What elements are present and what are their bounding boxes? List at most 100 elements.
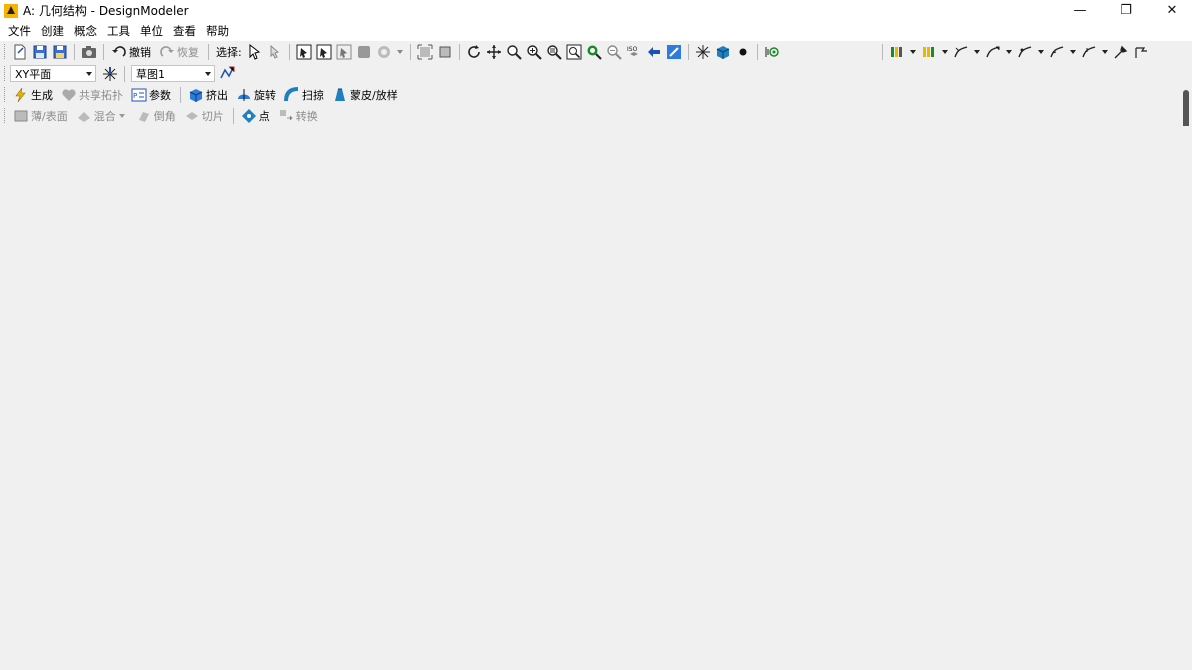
save-as-icon[interactable] (52, 44, 68, 60)
minimize-button[interactable]: — (1060, 0, 1100, 21)
edge-smooth-icon[interactable] (1081, 44, 1097, 60)
extend-selection-icon[interactable] (376, 44, 392, 60)
edge-coloring-icon[interactable] (921, 44, 937, 60)
menu-bar: 文件 创建 概念 工具 单位 查看 帮助 (0, 21, 1192, 41)
menu-tools[interactable]: 工具 (103, 21, 134, 41)
chevron-down-icon (86, 71, 92, 76)
dropdown-arrow-icon[interactable] (909, 44, 917, 60)
display-edges-color-icon[interactable] (889, 44, 905, 60)
menu-file[interactable]: 文件 (4, 21, 35, 41)
thin-surface-button[interactable]: 薄/表面 (10, 107, 71, 125)
blend-icon (76, 108, 92, 124)
dropdown-arrow-icon[interactable] (1037, 44, 1045, 60)
blend-button[interactable]: 混合 (73, 107, 131, 125)
box-zoom-icon[interactable] (437, 44, 453, 60)
revolve-icon (236, 87, 252, 103)
sweep-icon (284, 86, 300, 103)
revolve-button[interactable]: 旋转 (233, 86, 279, 104)
feature-toolbar-2: 薄/表面 混合 倒角 切片 点 转换 (0, 105, 1192, 126)
zoom-box-icon[interactable] (546, 44, 562, 60)
close-button[interactable]: ✕ (1152, 0, 1192, 21)
title-bar: A: 几何结构 - DesignModeler — ❐ ✕ (0, 0, 1192, 21)
select-label: 选择: (216, 45, 242, 59)
sweep-button[interactable]: 扫掠 (281, 86, 327, 104)
select-points-icon[interactable] (296, 44, 312, 60)
isometric-view-icon[interactable]: ISO (626, 44, 642, 60)
skin-loft-button[interactable]: 蒙皮/放样 (329, 86, 401, 104)
pan-icon[interactable] (486, 44, 502, 60)
extrude-button[interactable]: 挤出 (185, 86, 231, 104)
point-icon (241, 108, 257, 124)
share-topology-button[interactable]: 共享拓扑 (58, 86, 126, 104)
menu-concept[interactable]: 概念 (70, 21, 101, 41)
next-view-icon[interactable] (666, 44, 682, 60)
dropdown-arrow-icon[interactable] (941, 44, 949, 60)
plane-sketch-toolbar: XY平面 草图1 (0, 63, 1192, 84)
select-mode-pointer-icon[interactable] (247, 43, 263, 60)
toolbar-grip (4, 66, 7, 81)
new-sketch-icon[interactable] (219, 66, 235, 82)
display-plane-icon[interactable] (695, 44, 711, 60)
menu-view[interactable]: 查看 (169, 21, 200, 41)
dropdown-arrow-icon[interactable] (1069, 44, 1077, 60)
window-title: A: 几何结构 - DesignModeler (23, 4, 189, 18)
edge-vertex-icon[interactable] (1049, 44, 1065, 60)
generate-button[interactable]: 生成 (10, 86, 56, 104)
convert-icon (278, 108, 294, 124)
look-at-icon[interactable] (764, 44, 780, 60)
pin-flag-icon[interactable] (1133, 44, 1149, 60)
new-plane-icon[interactable] (102, 66, 118, 82)
select-edges-icon[interactable] (316, 44, 332, 60)
plane-select-value: XY平面 (15, 67, 52, 81)
screenshot-camera-icon[interactable] (81, 44, 97, 60)
zoom-out-icon[interactable] (606, 44, 622, 60)
designmodeler-logo-icon (4, 3, 18, 18)
select-faces-icon[interactable] (336, 44, 352, 60)
dropdown-arrow-icon[interactable] (1101, 44, 1109, 60)
lightning-icon (13, 87, 29, 103)
new-file-icon[interactable] (12, 44, 28, 60)
toolbar-grip (4, 87, 7, 102)
display-point-icon[interactable] (735, 44, 751, 60)
parameters-button[interactable]: P 参数 (128, 86, 174, 104)
menu-units[interactable]: 单位 (136, 21, 167, 41)
convert-button[interactable]: 转换 (275, 107, 321, 125)
redo-icon (159, 44, 175, 60)
edge-type-icon[interactable] (1017, 44, 1033, 60)
select-mode-box-icon[interactable] (267, 44, 283, 60)
dropdown-arrow-icon[interactable] (973, 44, 981, 60)
chevron-down-icon (118, 108, 126, 124)
zoom-icon[interactable] (506, 44, 522, 60)
plane-select[interactable]: XY平面 (10, 65, 96, 82)
edge-joint-display-icon[interactable] (953, 44, 969, 60)
pin-needle-icon[interactable] (1113, 44, 1129, 60)
zoom-extents-green-icon[interactable] (586, 44, 602, 60)
zoom-fit-window-icon[interactable] (566, 44, 582, 60)
display-model-icon[interactable] (715, 44, 731, 60)
rotate-icon[interactable] (466, 44, 482, 60)
chamfer-button[interactable]: 倒角 (133, 107, 179, 125)
redo-button[interactable]: 恢复 (156, 43, 202, 61)
chamfer-icon (136, 108, 152, 124)
toolbar-grip (4, 44, 7, 59)
menu-help[interactable]: 帮助 (202, 21, 233, 41)
heart-icon (61, 87, 77, 103)
toolbar-grip (4, 108, 7, 123)
svg-text:P: P (133, 92, 137, 100)
svg-text:ISO: ISO (627, 46, 638, 53)
undo-button[interactable]: 撤销 (108, 43, 154, 61)
previous-view-icon[interactable] (646, 44, 662, 60)
menu-create[interactable]: 创建 (37, 21, 68, 41)
maximize-button[interactable]: ❐ (1106, 0, 1146, 21)
zoom-to-fit-icon[interactable] (417, 44, 433, 60)
save-icon[interactable] (32, 44, 48, 60)
zoom-in-icon[interactable] (526, 44, 542, 60)
edge-direction-icon[interactable] (985, 44, 1001, 60)
sketch-select[interactable]: 草图1 (131, 65, 215, 82)
dropdown-arrow-icon[interactable] (1005, 44, 1013, 60)
select-bodies-icon[interactable] (356, 44, 372, 60)
dropdown-arrow-icon[interactable] (396, 44, 404, 60)
slice-button[interactable]: 切片 (181, 107, 227, 125)
extrude-icon (188, 87, 204, 103)
point-button[interactable]: 点 (238, 107, 273, 125)
